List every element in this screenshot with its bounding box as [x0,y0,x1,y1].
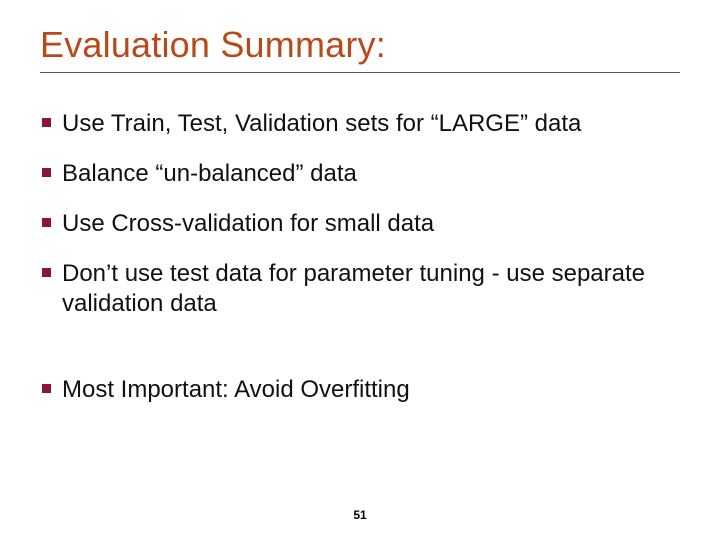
bullet-item: Don’t use test data for parameter tuning… [40,259,680,319]
bullet-list-emphasis: Most Important: Avoid Overfitting [40,375,680,405]
bullet-list: Use Train, Test, Validation sets for “LA… [40,109,680,319]
bullet-item: Balance “un-balanced” data [40,159,680,189]
bullet-item: Use Cross-validation for small data [40,209,680,239]
slide-title: Evaluation Summary: [40,24,680,66]
title-underline [40,72,680,73]
bullet-item-emphasis: Most Important: Avoid Overfitting [40,375,680,405]
page-number: 51 [0,508,720,522]
bullet-item: Use Train, Test, Validation sets for “LA… [40,109,680,139]
slide: Evaluation Summary: Use Train, Test, Val… [0,0,720,540]
bullet-gap [40,339,680,375]
